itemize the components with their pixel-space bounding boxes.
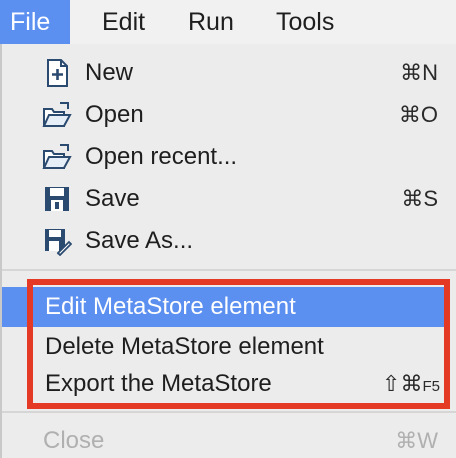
- menu-item-label: Open recent...: [85, 143, 238, 170]
- menu-separator: [2, 269, 456, 271]
- new-file-icon: [42, 58, 72, 88]
- menu-item-close: Close ⌘W: [2, 420, 456, 458]
- menu-separator: [2, 411, 456, 413]
- menu-item-open[interactable]: Open ⌘O: [2, 94, 456, 136]
- open-folder-icon: [42, 100, 72, 130]
- menu-item-label: Save: [85, 185, 140, 212]
- annotation-highlight-frame: [27, 279, 450, 409]
- menu-item-label: Open: [85, 101, 144, 128]
- shortcut-label: ⌘S: [401, 186, 438, 211]
- save-as-icon: [42, 226, 73, 257]
- menu-item-open-recent[interactable]: Open recent...: [2, 136, 456, 178]
- menu-item-new[interactable]: New ⌘N: [2, 52, 456, 94]
- open-recent-icon: [42, 142, 72, 172]
- menu-item-label: Save As...: [85, 227, 194, 254]
- menu-item-label: Close: [43, 427, 105, 454]
- menu-item-save[interactable]: Save ⌘S: [2, 178, 456, 220]
- shortcut-label: ⌘O: [398, 102, 438, 127]
- shortcut-label: ⌘W: [395, 428, 438, 453]
- menu-item-save-as[interactable]: Save As...: [2, 220, 456, 262]
- shortcut-label: ⌘N: [400, 60, 438, 85]
- menu-item-label: New: [85, 59, 134, 86]
- menu-edit[interactable]: Edit: [102, 0, 145, 44]
- save-icon: [42, 184, 72, 214]
- menu-run[interactable]: Run: [188, 0, 234, 44]
- menu-bar: File Edit Run Tools: [0, 0, 456, 44]
- menu-file[interactable]: File: [0, 0, 70, 44]
- menu-tools[interactable]: Tools: [276, 0, 334, 44]
